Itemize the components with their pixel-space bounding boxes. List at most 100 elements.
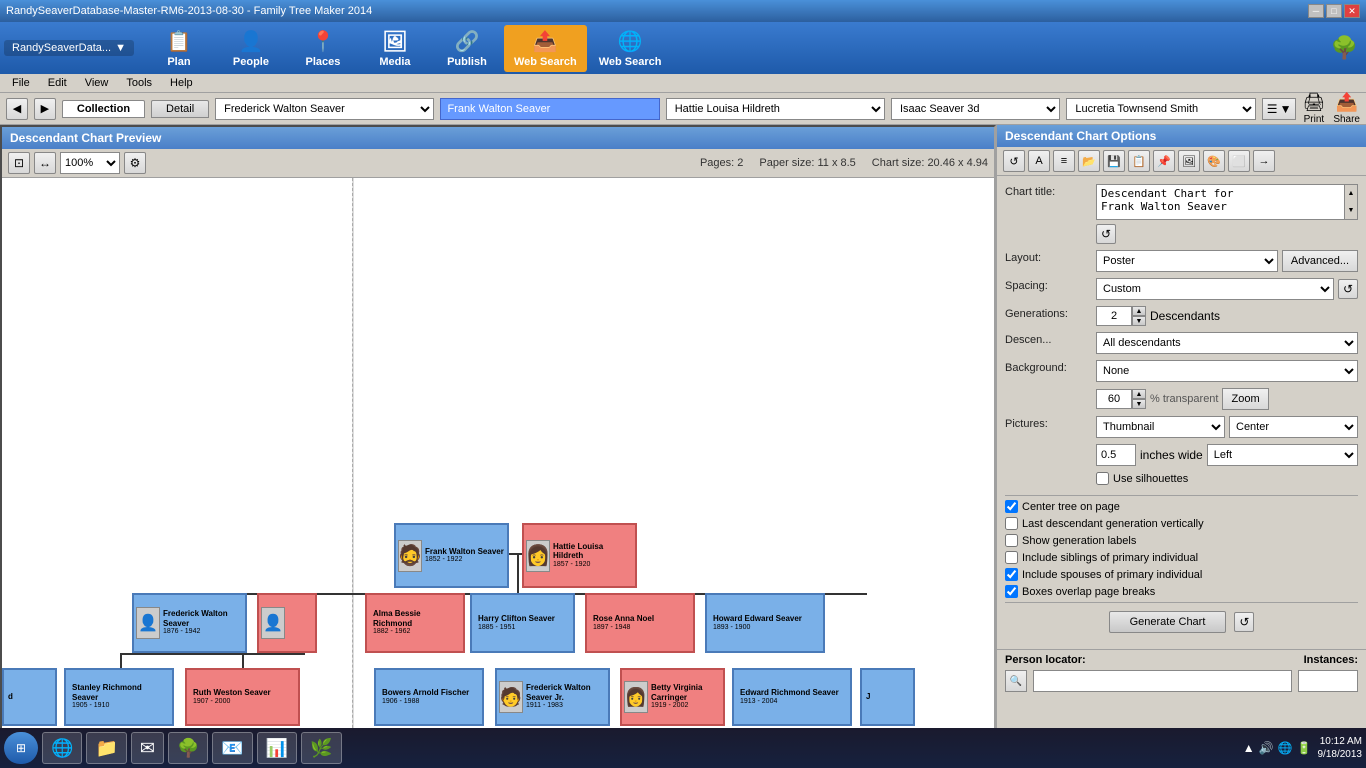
person-box-frederick[interactable]: 👤 Frederick Walton Seaver 1876 - 1942	[132, 593, 247, 653]
person-box-harry[interactable]: Harry Clifton Seaver 1885 - 1951	[470, 593, 575, 653]
taskbar-email2[interactable]: 📧	[212, 732, 252, 764]
generations-input[interactable]	[1096, 306, 1132, 326]
person-box-rose[interactable]: Rose Anna Noel 1897 - 1948	[585, 593, 695, 653]
person-box-frederick-jr[interactable]: 🧑 Frederick Walton Seaver Jr. 1911 - 198…	[495, 668, 610, 726]
opt-photo-btn[interactable]: 🖼	[1178, 150, 1200, 172]
taskbar-app1[interactable]: 📊	[257, 732, 297, 764]
person-box-partial[interactable]: d	[2, 668, 57, 726]
show-gen-checkbox[interactable]	[1005, 534, 1018, 547]
help-menu[interactable]: Help	[162, 76, 201, 90]
opt-open-btn[interactable]: 📂	[1078, 150, 1100, 172]
advanced-btn[interactable]: Advanced...	[1282, 250, 1358, 272]
start-button[interactable]: ⊞	[4, 732, 38, 764]
include-siblings-checkbox[interactable]	[1005, 551, 1018, 564]
person-box-alma[interactable]: Alma Bessie Richmond 1882 - 1962	[365, 593, 465, 653]
spacing-reset-btn[interactable]: ↺	[1338, 279, 1358, 299]
time-display[interactable]: 10:12 AM 9/18/2013	[1318, 735, 1363, 761]
transparent-spinner[interactable]: ▲ ▼	[1096, 389, 1146, 409]
people-menu-btn[interactable]: 👤 People	[216, 25, 286, 72]
include-spouses-checkbox[interactable]	[1005, 568, 1018, 581]
fit-page-btn[interactable]: ⊡	[8, 152, 30, 174]
generate-chart-btn[interactable]: Generate Chart	[1109, 611, 1227, 633]
maximize-button[interactable]: □	[1326, 4, 1342, 18]
gen-spin-up[interactable]: ▲	[1132, 306, 1146, 316]
edit-menu[interactable]: Edit	[40, 76, 75, 90]
nav-forward-button[interactable]: ▶	[34, 98, 56, 120]
zoom-select[interactable]: 100% 50% 75% 150% 200%	[60, 152, 120, 174]
spacing-select[interactable]: Custom	[1096, 278, 1334, 300]
trans-spin-down[interactable]: ▼	[1132, 399, 1146, 409]
opt-refresh-btn[interactable]: ↺	[1003, 150, 1025, 172]
sources-menu-btn[interactable]: 🔗 Publish	[432, 25, 502, 72]
layout-select[interactable]: Poster	[1096, 250, 1278, 272]
gen-spin-down[interactable]: ▼	[1132, 316, 1146, 326]
trans-spin-up[interactable]: ▲	[1132, 389, 1146, 399]
taskbar-chrome[interactable]: 🌐	[42, 732, 82, 764]
person-box-stanley[interactable]: Stanley Richmond Seaver 1905 - 1910	[64, 668, 174, 726]
plan-menu-btn[interactable]: 📋 Plan	[144, 25, 214, 72]
person-box-bowers[interactable]: Bowers Arnold Fischer 1906 - 1988	[374, 668, 484, 726]
opt-lines-btn[interactable]: ≡	[1053, 150, 1075, 172]
person-box-howard[interactable]: Howard Edward Seaver 1893 - 1900	[705, 593, 825, 653]
close-button[interactable]: ✕	[1344, 4, 1360, 18]
collection-tab[interactable]: Collection	[62, 100, 145, 118]
person-box-edward[interactable]: Edward Richmond Seaver 1913 - 2004	[732, 668, 852, 726]
opt-arrows-btn[interactable]: →	[1253, 150, 1275, 172]
pictures-align-select[interactable]: Center	[1229, 416, 1358, 438]
chart-canvas[interactable]: 👤 Frederick Walton Seaver 1876 - 1942 👤 …	[2, 178, 994, 745]
person-box-fred-wife[interactable]: 👤	[257, 593, 317, 653]
publish-menu-btn[interactable]: 📤 Web Search	[504, 25, 587, 72]
chart-title-input[interactable]: Descendant Chart for Frank Walton Seaver	[1096, 184, 1358, 220]
tools-menu[interactable]: Tools	[118, 76, 160, 90]
opt-bg-btn[interactable]: 🎨	[1203, 150, 1225, 172]
opt-paste-btn[interactable]: 📌	[1153, 150, 1175, 172]
app-title-btn[interactable]: RandySeaverData... ▼	[4, 40, 134, 56]
instances-input[interactable]	[1298, 670, 1358, 692]
view-menu[interactable]: View	[77, 76, 117, 90]
person-box-hattie[interactable]: 👩 Hattie Louisa Hildreth 1857 - 1920	[522, 523, 637, 588]
title-scroll-down[interactable]: ▼	[1345, 202, 1357, 219]
picture-width-input[interactable]	[1096, 444, 1136, 466]
print-button[interactable]: 🖨 Print	[1302, 92, 1325, 125]
person-box-betty[interactable]: 👩 Betty Virginia Carringer 1919 - 2002	[620, 668, 725, 726]
person-box-ruth[interactable]: Ruth Weston Seaver 1907 - 2000	[185, 668, 300, 726]
title-reset-btn[interactable]: ↺	[1096, 224, 1116, 244]
person-box-partial-right[interactable]: J	[860, 668, 915, 726]
web-search-menu-btn[interactable]: 🌐 Web Search	[589, 25, 672, 72]
opt-font-btn[interactable]: A	[1028, 150, 1050, 172]
person1-select[interactable]: Frederick Walton Seaver	[215, 98, 434, 120]
tray-battery-icon[interactable]: 🔋	[1297, 741, 1312, 755]
options-dropdown-btn[interactable]: ☰ ▼	[1262, 98, 1297, 120]
tray-chevron[interactable]: ▲	[1243, 741, 1255, 755]
center-tree-checkbox[interactable]	[1005, 500, 1018, 513]
generate-reset-btn[interactable]: ↺	[1234, 612, 1254, 632]
person-box-frank[interactable]: 🧔 Frank Walton Seaver 1852 - 1922	[394, 523, 509, 588]
opt-boxes-btn[interactable]: ⬜	[1228, 150, 1250, 172]
nav-back-button[interactable]: ◀	[6, 98, 28, 120]
person3-select[interactable]: Hattie Louisa Hildreth	[666, 98, 885, 120]
taskbar-ftm[interactable]: 🌳	[168, 732, 208, 764]
picture-align-select[interactable]: Left	[1207, 444, 1358, 466]
use-silhouettes-checkbox[interactable]	[1096, 472, 1109, 485]
transparent-input[interactable]	[1096, 389, 1132, 409]
places-menu-btn[interactable]: 📍 Places	[288, 25, 358, 72]
taskbar-app2[interactable]: 🌿	[301, 732, 341, 764]
person-locator-input[interactable]	[1033, 670, 1292, 692]
minimize-button[interactable]: ─	[1308, 4, 1324, 18]
title-scroll-up[interactable]: ▲	[1345, 185, 1357, 202]
detail-tab[interactable]: Detail	[151, 100, 209, 118]
tray-network-icon[interactable]: 🌐	[1278, 741, 1293, 755]
taskbar-explorer[interactable]: 📁	[86, 732, 126, 764]
share-button[interactable]: 📤 Share	[1333, 92, 1360, 125]
person5-select[interactable]: Lucretia Townsend Smith	[1066, 98, 1255, 120]
pictures-select[interactable]: Thumbnail	[1096, 416, 1225, 438]
person4-select[interactable]: Isaac Seaver 3d	[891, 98, 1060, 120]
boxes-overlap-checkbox[interactable]	[1005, 585, 1018, 598]
media-menu-btn[interactable]: 🖼 Media	[360, 25, 430, 72]
opt-copy-btn[interactable]: 📋	[1128, 150, 1150, 172]
fit-width-btn[interactable]: ↔	[34, 152, 56, 174]
last-desc-checkbox[interactable]	[1005, 517, 1018, 530]
taskbar-mail[interactable]: ✉	[131, 732, 164, 764]
opt-save-btn[interactable]: 💾	[1103, 150, 1125, 172]
generations-spinner[interactable]: ▲ ▼	[1096, 306, 1146, 326]
